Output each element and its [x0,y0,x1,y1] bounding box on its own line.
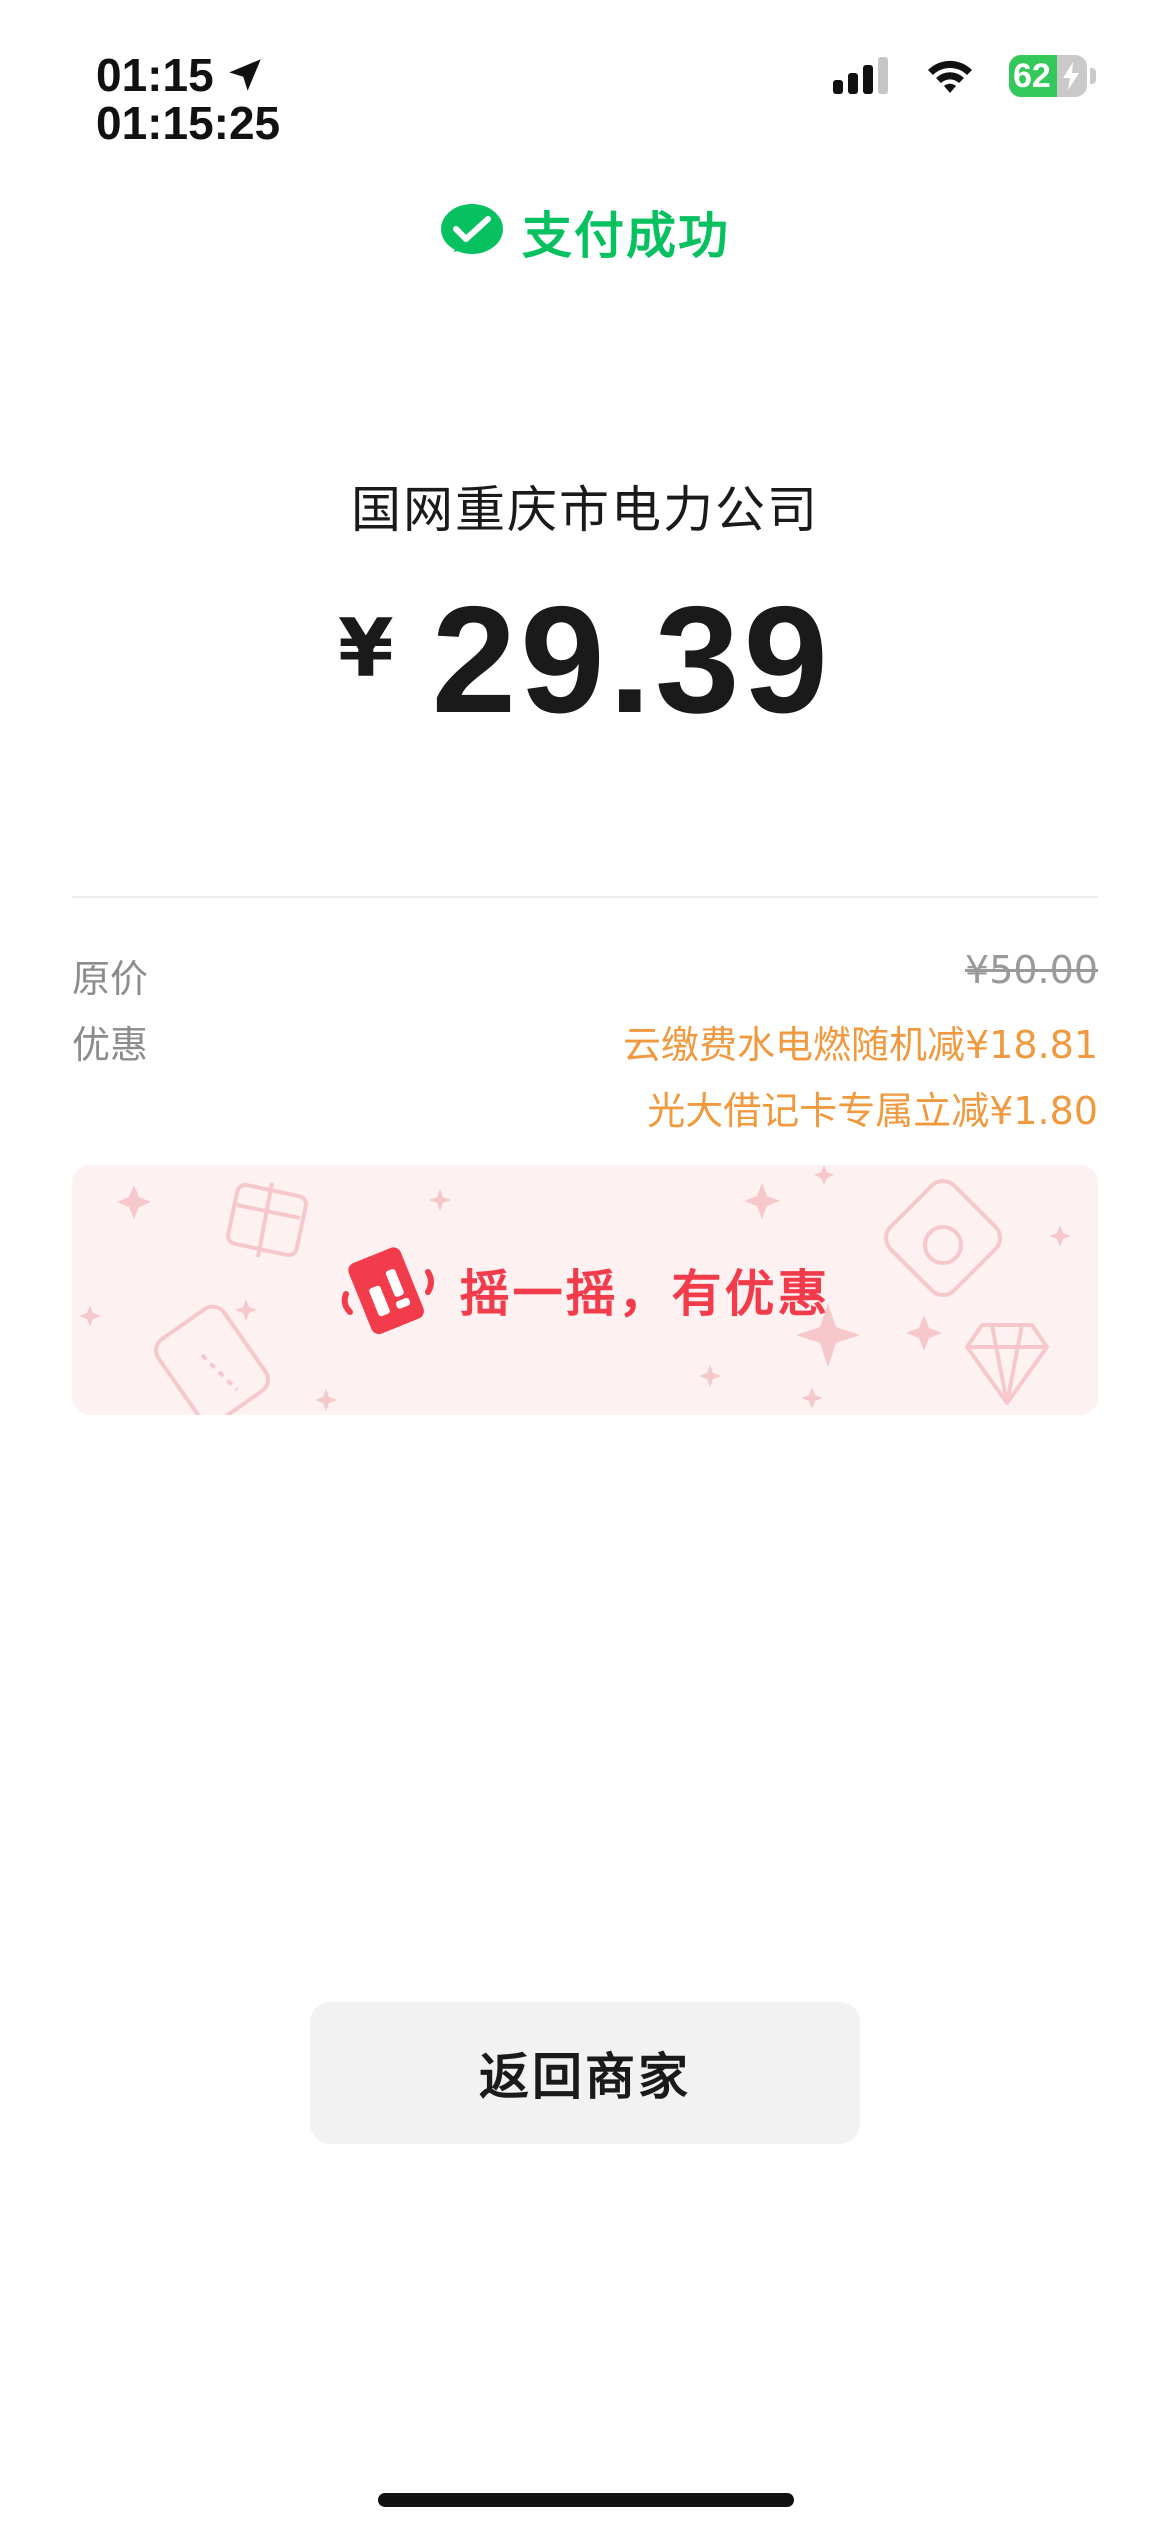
battery-percent: 62 [1013,57,1051,95]
battery-icon: 62 [1009,55,1087,97]
payment-success-screen: 01:15 01:15:25 62 支付成功 国网重庆市电力公司 ¥ 29.39… [0,0,1170,2532]
wifi-icon [928,60,972,93]
banner-text: 摇一摇，有优惠 [459,1265,831,1323]
banner-content: 摇一摇，有优惠 [72,1165,1098,1415]
status-time: 01:15 [96,49,214,101]
wechat-pay-icon [441,204,503,254]
currency-symbol: ¥ [337,602,394,695]
payment-success-title: 支付成功 [522,207,730,265]
discount-label: 优惠 [72,1023,149,1067]
shake-promo-banner[interactable]: 摇一摇，有优惠 [72,1165,1098,1415]
original-price-value: ¥50.00 [965,948,1098,992]
discount-item: 云缴费水电燃随机减¥18.81 [623,1023,1098,1067]
discount-item: 光大借记卡专属立减¥1.80 [647,1089,1098,1133]
shake-red-packet-icon [341,1247,434,1335]
payment-amount: ¥ 29.39 [0,580,1170,740]
battery-cap [1090,68,1096,84]
battery-indicator: 62 [1009,55,1096,97]
merchant-name: 国网重庆市电力公司 [351,481,819,539]
original-price-label: 原价 [72,957,149,1001]
status-icons: 62 [833,55,1096,97]
amount-value: 29.39 [431,575,833,745]
charging-bolt-icon [1063,62,1079,90]
home-indicator[interactable] [378,2493,794,2507]
return-to-merchant-button[interactable]: 返回商家 [310,2002,860,2144]
divider [72,896,1098,898]
success-header: 支付成功 [0,196,1170,268]
cellular-signal-icon [833,57,888,94]
status-bar-clock: 01:15 01:15:25 [96,52,280,146]
location-arrow-icon [228,59,261,91]
status-time-seconds: 01:15:25 [96,97,281,149]
